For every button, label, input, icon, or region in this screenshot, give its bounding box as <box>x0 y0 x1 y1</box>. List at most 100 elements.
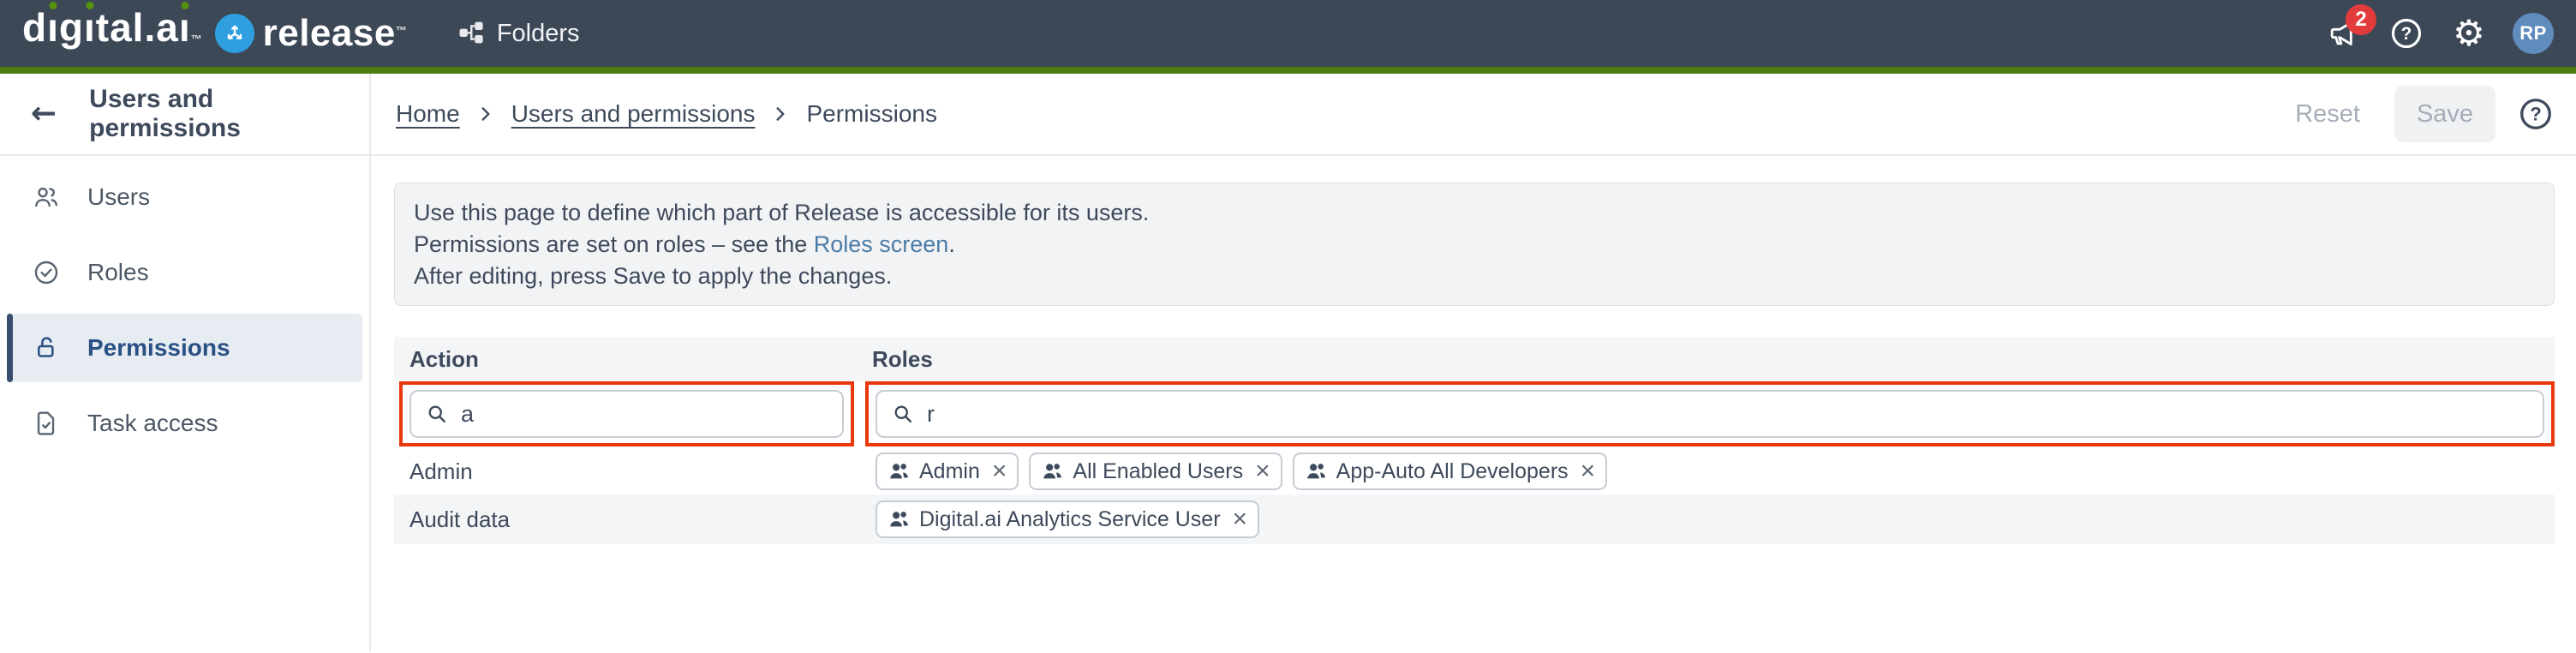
sidebar-item-permissions[interactable]: Permissions <box>7 314 362 382</box>
role-chip[interactable]: Digital.ai Analytics Service User × <box>876 500 1260 538</box>
info-line-2-period: . <box>948 231 955 257</box>
permissions-table: Action Roles a r Admin Admin × All Enabl… <box>394 337 2555 544</box>
topbar-actions: 2 ? ⚙ RP <box>2325 4 2554 54</box>
page-title: Users and permissions <box>89 85 241 142</box>
announcements-button[interactable]: 2 <box>2325 4 2376 52</box>
role-chip-label: Admin <box>919 458 980 483</box>
notification-badge: 2 <box>2346 4 2376 35</box>
role-chip-label: All Enabled Users <box>1073 458 1244 483</box>
sidebar-item-task-access[interactable]: Task access <box>7 389 362 458</box>
page-header: ← Users and permissions Home Users and p… <box>0 74 2576 156</box>
remove-role-icon[interactable]: × <box>1233 506 1248 532</box>
role-chip-label: Digital.ai Analytics Service User <box>919 506 1221 531</box>
help-button[interactable]: ? <box>2388 15 2425 52</box>
sidebar-item-label: Roles <box>87 259 149 285</box>
info-line-1: Use this page to define which part of Re… <box>414 200 1150 225</box>
action-cell: Admin <box>409 458 473 484</box>
check-circle-icon <box>33 259 60 286</box>
group-icon <box>888 460 911 483</box>
breadcrumb-home[interactable]: Home <box>396 100 460 128</box>
release-wordmark: release <box>262 12 396 54</box>
breadcrumb-users-permissions[interactable]: Users and permissions <box>511 100 756 128</box>
main-panel: Use this page to define which part of Re… <box>371 156 2576 651</box>
remove-role-icon[interactable]: × <box>1255 458 1270 484</box>
sidebar-item-label: Task access <box>87 410 218 436</box>
role-chip[interactable]: Admin × <box>876 452 1019 490</box>
save-button[interactable]: Save <box>2394 86 2495 142</box>
header-actions: Reset Save ? <box>2283 86 2576 142</box>
action-cell: Audit data <box>409 506 511 532</box>
roles-filter-highlight <box>865 381 2555 446</box>
roles-screen-link[interactable]: Roles screen <box>814 231 949 257</box>
logo-text: ı <box>47 0 59 61</box>
roles-cell: Digital.ai Analytics Service User × <box>865 500 2555 538</box>
info-box: Use this page to define which part of Re… <box>394 183 2555 306</box>
search-icon <box>425 402 449 426</box>
logo-text: tal.a <box>95 5 179 50</box>
column-header-action: Action <box>409 345 479 372</box>
section-title-area: ← Users and permissions <box>0 74 371 154</box>
roles-filter-box <box>876 390 2544 438</box>
settings-button[interactable]: ⚙ <box>2450 15 2488 52</box>
search-icon <box>891 402 915 426</box>
roles-filter-cell <box>865 381 2555 448</box>
logo-text: ı <box>84 0 96 61</box>
info-line-3: After editing, press Save to apply the c… <box>414 263 893 289</box>
task-document-icon <box>33 410 60 437</box>
logo-text: d <box>22 5 48 50</box>
action-filter-input[interactable] <box>461 400 842 428</box>
action-filter-highlight <box>399 381 854 446</box>
action-filter-box <box>409 390 844 438</box>
filter-row <box>394 381 2555 448</box>
logo-text: g <box>58 5 84 50</box>
remove-role-icon[interactable]: × <box>1581 458 1596 484</box>
sidebar-item-users[interactable]: Users <box>7 163 362 231</box>
trademark-mark: ™ <box>190 33 203 45</box>
sidebar-item-label: Users <box>87 183 151 210</box>
role-chip-label: App-Auto All Developers <box>1336 458 1569 483</box>
svg-text:?: ? <box>2530 104 2541 125</box>
breadcrumb: Home Users and permissions Permissions <box>371 100 937 128</box>
role-chip[interactable]: App-Auto All Developers × <box>1292 452 1608 490</box>
table-header-row: Action Roles <box>394 337 2555 381</box>
group-icon <box>1041 460 1064 483</box>
nav-folders-label: Folders <box>496 19 580 47</box>
trademark-mark: ™ <box>395 24 407 37</box>
sidebar-item-label: Permissions <box>87 334 230 361</box>
nav-folders[interactable]: Folders <box>457 19 580 48</box>
brand-accent-bar <box>0 67 2576 74</box>
table-row: Admin Admin × All Enabled Users × App-Au… <box>394 448 2555 494</box>
chevron-right-icon <box>774 104 787 124</box>
role-chip[interactable]: All Enabled Users × <box>1029 452 1282 490</box>
top-bar: d ı g ı tal.a ı ™ release ™ Folders 2 ? … <box>0 0 2576 67</box>
folders-tree-icon <box>457 19 486 48</box>
logo-text: ı <box>179 0 191 61</box>
info-line-2: Permissions are set on roles – see the R… <box>414 229 2535 261</box>
reset-button[interactable]: Reset <box>2283 100 2372 129</box>
content-area: Users Roles Permissions Task access Use … <box>0 156 2576 651</box>
contextual-help-button[interactable]: ? <box>2518 96 2554 132</box>
svg-text:?: ? <box>2401 24 2412 44</box>
info-line-2-text: Permissions are set on roles – see the <box>414 231 814 257</box>
group-icon <box>1305 460 1328 483</box>
group-icon <box>888 508 911 531</box>
digitalai-logo: d ı g ı tal.a ı ™ <box>22 0 203 73</box>
remove-role-icon[interactable]: × <box>992 458 1007 484</box>
action-filter-cell <box>394 381 865 448</box>
back-button[interactable]: ← <box>31 99 57 129</box>
release-icon <box>214 14 254 53</box>
sidebar: Users Roles Permissions Task access <box>0 156 371 651</box>
release-logo: release ™ <box>214 12 407 55</box>
user-avatar[interactable]: RP <box>2513 13 2554 54</box>
gear-icon: ⚙ <box>2453 12 2485 54</box>
table-row: Audit data Digital.ai Analytics Service … <box>394 494 2555 544</box>
roles-filter-input[interactable] <box>927 400 2543 428</box>
users-icon <box>33 183 60 211</box>
chevron-right-icon <box>479 104 493 124</box>
sidebar-item-roles[interactable]: Roles <box>7 238 362 307</box>
roles-cell: Admin × All Enabled Users × App-Auto All… <box>865 452 2555 490</box>
breadcrumb-current: Permissions <box>806 100 937 127</box>
app-window: d ı g ı tal.a ı ™ release ™ Folders 2 ? … <box>0 0 2576 653</box>
open-lock-icon <box>33 334 60 362</box>
column-header-roles: Roles <box>872 345 933 372</box>
